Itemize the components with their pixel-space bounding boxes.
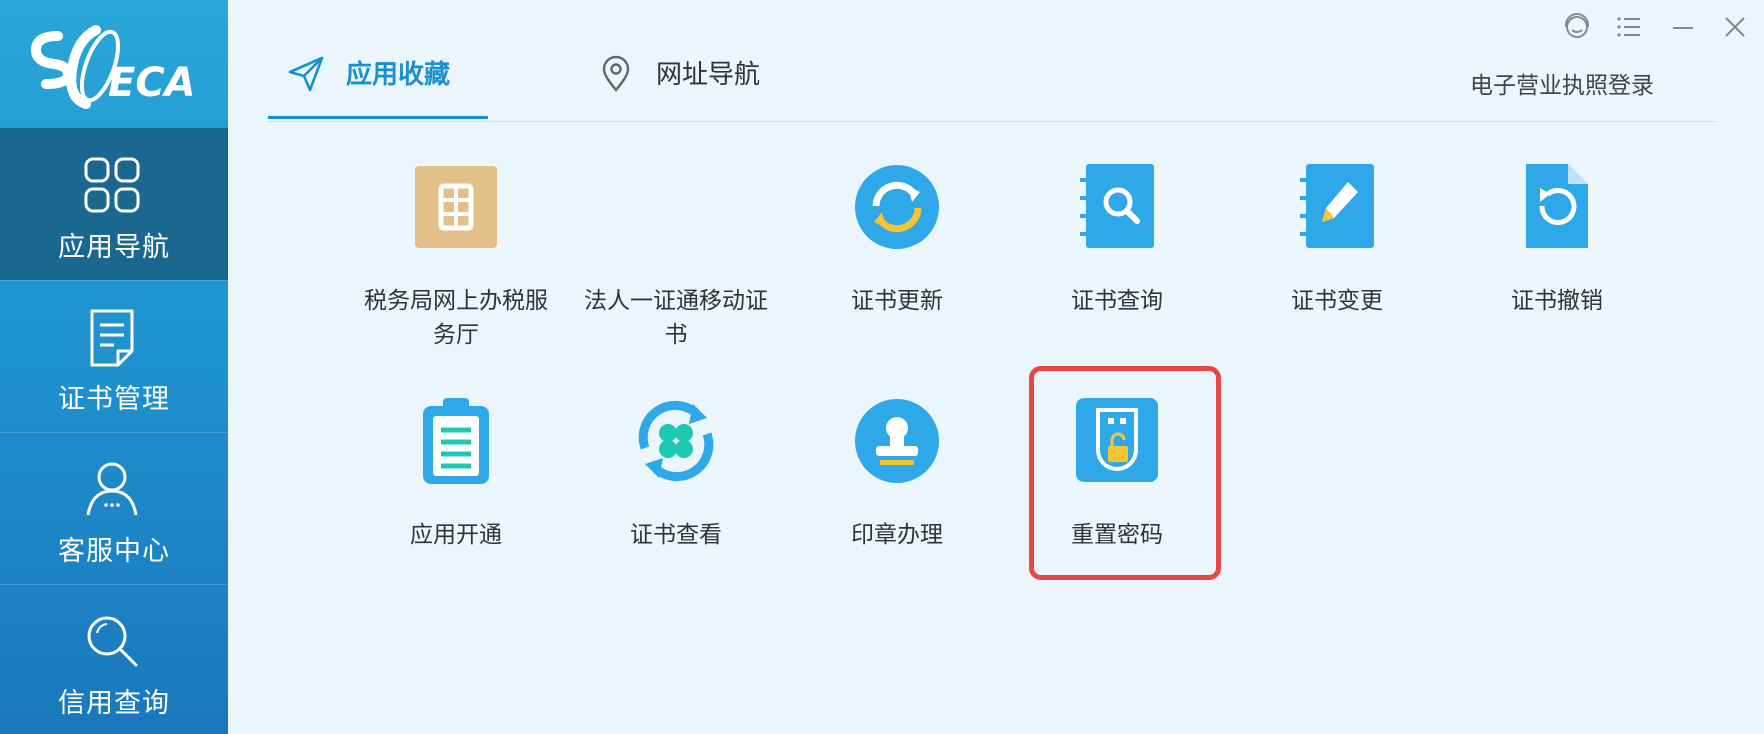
sidebar-item-app-nav[interactable]: 应用导航 xyxy=(0,128,228,280)
search-icon xyxy=(87,616,138,667)
sidebar-item-label: 应用导航 xyxy=(58,232,170,263)
user-icon xyxy=(86,462,138,516)
app-label: 应用开通 xyxy=(410,522,502,548)
app-label: 证书查看 xyxy=(630,522,722,548)
tab-label: 网址导航 xyxy=(656,60,761,90)
close-icon[interactable] xyxy=(1718,10,1752,44)
blank-icon xyxy=(631,162,721,252)
app-label: 证书更新 xyxy=(851,288,943,314)
notebook-search-icon xyxy=(1080,164,1154,248)
app-label: 印章办理 xyxy=(851,522,943,548)
app-label: 税务局网上办税服务厅 xyxy=(364,288,548,348)
tab-label: 应用收藏 xyxy=(346,60,451,90)
app-cert-renew[interactable]: 证书更新 xyxy=(802,162,992,352)
location-pin-icon xyxy=(602,55,630,92)
app-tax-bureau[interactable]: 税务局网上办税服务厅 xyxy=(361,162,551,352)
app-cert-change[interactable]: 证书变更 xyxy=(1242,162,1432,352)
app-activation[interactable]: 应用开通 xyxy=(361,396,551,586)
app-window: ECA 应用导航 证书管理 客服中心 信用查询 应用收藏 网址导航 电子营业执照… xyxy=(0,0,1764,734)
sidebar: ECA 应用导航 证书管理 客服中心 信用查询 xyxy=(0,0,228,734)
clipboard-icon xyxy=(423,398,489,484)
app-label: 证书变更 xyxy=(1291,288,1383,314)
app-label: 证书查询 xyxy=(1071,288,1163,314)
sidebar-item-label: 客服中心 xyxy=(58,536,170,567)
stamp-icon xyxy=(855,399,939,483)
logo: ECA xyxy=(0,0,228,128)
document-icon xyxy=(90,309,134,367)
file-undo-icon xyxy=(1526,164,1588,248)
minimize-icon[interactable] xyxy=(1666,10,1700,44)
sidebar-item-support[interactable]: 客服中心 xyxy=(0,432,228,584)
tab-favorites[interactable]: 应用收藏 xyxy=(268,40,488,120)
app-label: 法人一证通移动证书 xyxy=(584,288,768,348)
sidebar-item-label: 信用查询 xyxy=(58,688,170,719)
menu-icon[interactable] xyxy=(1612,10,1646,44)
paper-plane-icon xyxy=(288,56,324,92)
sidebar-item-credit-query[interactable]: 信用查询 xyxy=(0,584,228,734)
grid-icon xyxy=(84,157,140,213)
app-seal-service[interactable]: 印章办理 xyxy=(802,396,992,586)
logo-text: ECA xyxy=(108,60,196,106)
app-cert-revoke[interactable]: 证书撤销 xyxy=(1462,162,1652,352)
business-license-login-link[interactable]: 电子营业执照登录 xyxy=(1470,66,1654,100)
support-icon[interactable] xyxy=(1560,10,1594,44)
tabs-divider xyxy=(268,121,1716,122)
clover-sync-icon xyxy=(638,400,714,482)
sidebar-item-label: 证书管理 xyxy=(58,384,170,415)
sidebar-item-cert-manage[interactable]: 证书管理 xyxy=(0,280,228,432)
app-label: 证书撤销 xyxy=(1511,288,1603,314)
tax-icon xyxy=(415,166,497,248)
active-tab-indicator xyxy=(268,116,488,119)
tab-url-navigation[interactable]: 网址导航 xyxy=(578,40,798,120)
app-cert-query[interactable]: 证书查询 xyxy=(1022,162,1212,352)
notebook-edit-icon xyxy=(1300,164,1374,248)
app-cert-view[interactable]: 证书查看 xyxy=(581,396,771,586)
refresh-icon xyxy=(855,165,939,249)
app-mobile-cert[interactable]: 法人一证通移动证书 xyxy=(581,162,771,352)
selection-highlight xyxy=(1029,366,1221,580)
